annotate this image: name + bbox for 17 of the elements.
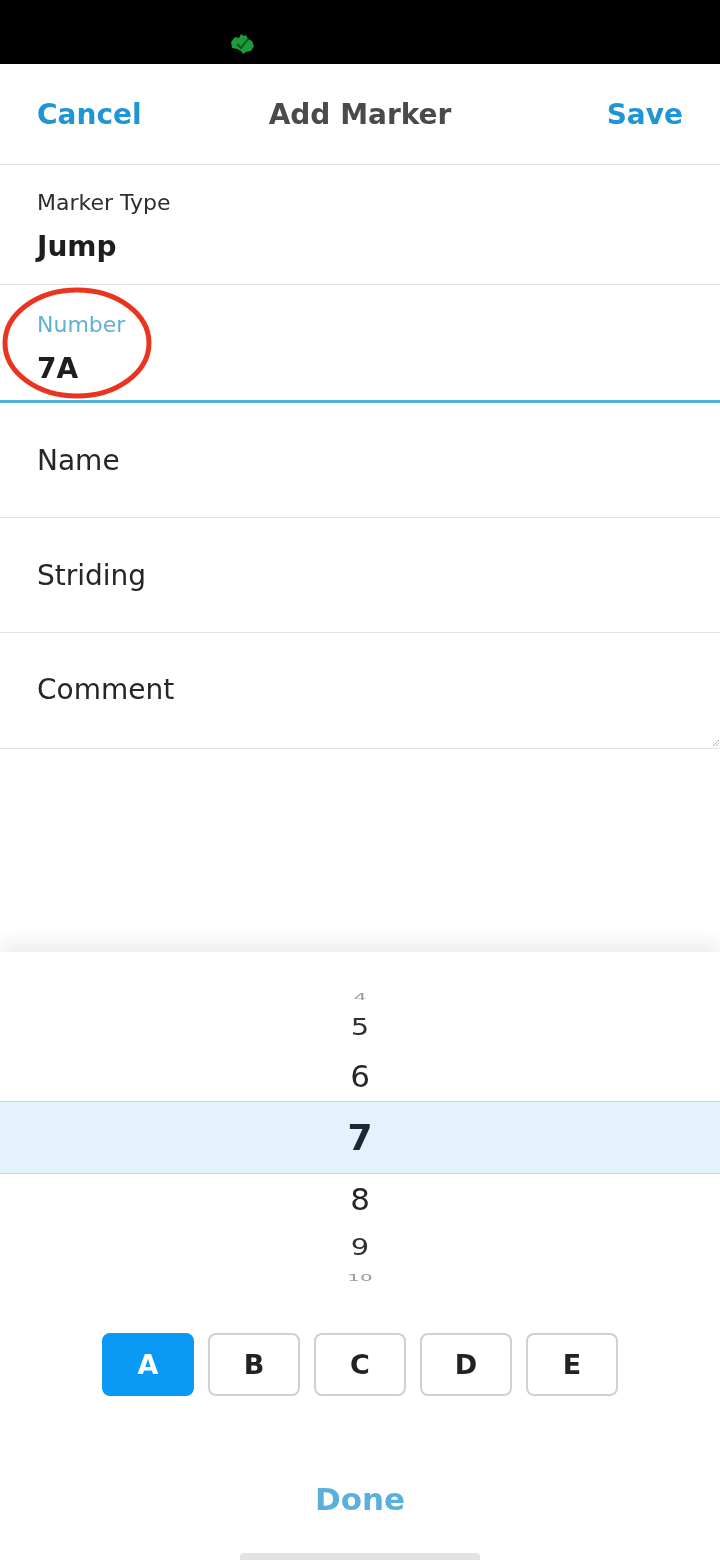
picker-item[interactable]: 6	[350, 1060, 370, 1092]
picker-item[interactable]: 9	[350, 1235, 370, 1260]
letter-button[interactable]: E	[526, 1333, 618, 1396]
select-field[interactable]: Marker Type Jump	[0, 165, 720, 285]
field-value: 7A	[37, 351, 79, 387]
field-label: Marker Type	[37, 189, 171, 217]
letter-button[interactable]: B	[208, 1333, 300, 1396]
picker-item[interactable]: 5	[350, 1015, 370, 1040]
picker-item[interactable]: 8	[350, 1183, 370, 1215]
letter-button[interactable]: C	[314, 1333, 406, 1396]
map-check-icon	[229, 33, 255, 55]
letter-button[interactable]: D	[420, 1333, 512, 1396]
screen-title: Add Marker	[268, 97, 452, 131]
picker-selected-item[interactable]: 7	[0, 1101, 720, 1174]
resize-grip-icon	[713, 740, 719, 746]
field-value: Jump	[37, 229, 117, 265]
field-label: Number	[37, 311, 126, 339]
